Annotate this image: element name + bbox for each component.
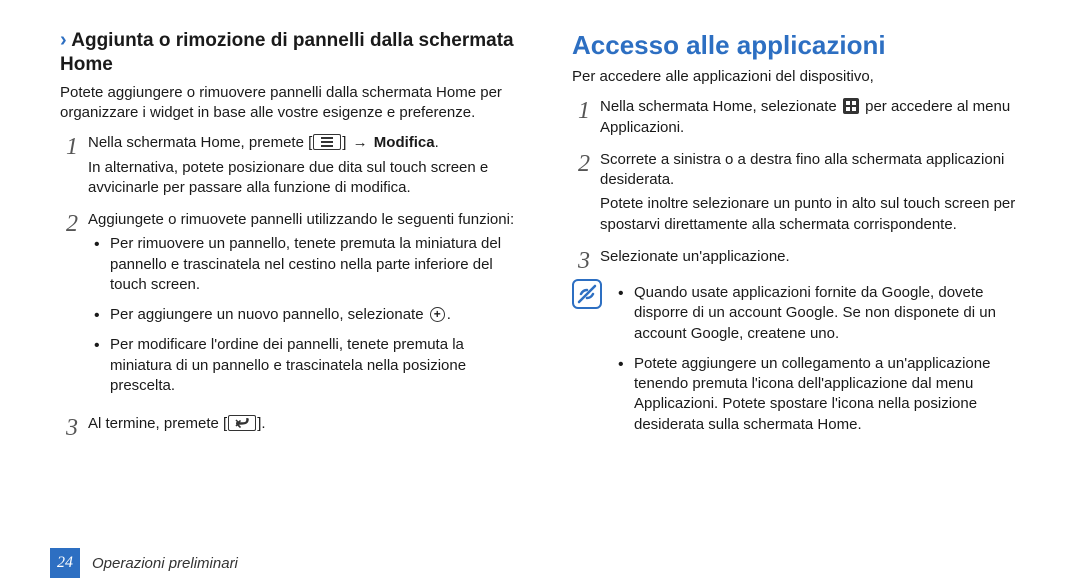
step-body: Scorrete a sinistra o a destra fino alla… [600, 150, 1032, 239]
left-intro: Potete aggiungere o rimuovere pannelli d… [60, 83, 520, 124]
left-step-3: 3 Al termine, premete []. [60, 414, 520, 438]
left-step-1: 1 Nella schermata Home, premete [] → Mod… [60, 133, 520, 202]
left-heading-text: Aggiunta o rimozione di pannelli dalla s… [60, 30, 514, 75]
right-step-list: 1 Nella schermata Home, selezionate per … [572, 97, 1032, 271]
step-number: 2 [572, 152, 590, 176]
right-step-2: 2 Scorrete a sinistra o a destra fino al… [572, 150, 1032, 239]
chevron-icon: › [60, 29, 67, 51]
right-step3-text: Selezionate un'applicazione. [600, 247, 1032, 267]
step-body: Nella schermata Home, premete [] → Modif… [88, 133, 520, 202]
page-columns: › Aggiunta o rimozione di pannelli dalla… [0, 0, 1080, 540]
page-footer: 24 Operazioni preliminari [0, 540, 1080, 586]
left-column: › Aggiunta o rimozione di pannelli dalla… [60, 28, 520, 540]
left-step1-text: Nella schermata Home, premete [] → Modif… [88, 133, 520, 153]
text-fragment: Nella schermata Home, premete [ [88, 134, 312, 151]
arrow-icon: → [353, 134, 368, 151]
note-block: Quando usate applicazioni fornite da Goo… [572, 279, 1032, 445]
left-step2-text: Aggiungete o rimuovete pannelli utilizza… [88, 210, 520, 230]
left-bullet-1: Per rimuovere un pannello, tenete premut… [94, 234, 520, 295]
left-step3-text: Al termine, premete []. [88, 414, 520, 434]
back-key-icon [228, 415, 256, 431]
right-step-3: 3 Selezionate un'applicazione. [572, 247, 1032, 271]
step-number: 1 [60, 135, 78, 159]
right-step-1: 1 Nella schermata Home, selezionate per … [572, 97, 1032, 142]
left-bullet-3: Per modificare l'ordine dei pannelli, te… [94, 335, 520, 396]
note-bullet-2: Potete aggiungere un collegamento a un'a… [618, 354, 1032, 435]
right-step1-text: Nella schermata Home, selezionate per ac… [600, 97, 1032, 138]
right-step2-extra: Potete inoltre selezionare un punto in a… [600, 194, 1032, 235]
plus-icon: + [430, 307, 445, 322]
text-fragment: ] [342, 134, 350, 151]
left-step1-extra: In alternativa, potete posizionare due d… [88, 158, 520, 199]
menu-key-icon [313, 134, 341, 150]
step-body: Selezionate un'applicazione. [600, 247, 1032, 271]
text-fragment: . [435, 134, 439, 151]
right-step2-text: Scorrete a sinistra o a destra fino alla… [600, 150, 1032, 191]
step-number: 2 [60, 212, 78, 236]
right-title: Accesso alle applicazioni [572, 28, 1032, 63]
left-step-list: 1 Nella schermata Home, premete [] → Mod… [60, 133, 520, 438]
note-body: Quando usate applicazioni fornite da Goo… [612, 279, 1032, 445]
step-body: Aggiungete o rimuovete pannelli utilizza… [88, 210, 520, 406]
apps-grid-icon [843, 98, 859, 114]
right-intro: Per accedere alle applicazioni del dispo… [572, 67, 1032, 87]
step-body: Nella schermata Home, selezionate per ac… [600, 97, 1032, 142]
text-fragment: . [447, 306, 451, 323]
step-number: 3 [60, 416, 78, 440]
page-number-badge: 24 [50, 548, 80, 578]
step-number: 3 [572, 249, 590, 273]
note-bullet-1: Quando usate applicazioni fornite da Goo… [618, 283, 1032, 344]
note-icon [572, 279, 602, 309]
text-fragment: Per aggiungere un nuovo pannello, selezi… [110, 306, 428, 323]
right-column: Accesso alle applicazioni Per accedere a… [572, 28, 1032, 540]
left-step-2: 2 Aggiungete o rimuovete pannelli utiliz… [60, 210, 520, 406]
note-bullet-list: Quando usate applicazioni fornite da Goo… [612, 283, 1032, 435]
left-bullet-2: Per aggiungere un nuovo pannello, selezi… [94, 305, 520, 325]
footer-section-title: Operazioni preliminari [92, 555, 238, 572]
left-bullet-list: Per rimuovere un pannello, tenete premut… [88, 234, 520, 396]
text-fragment: Al termine, premete [ [88, 415, 227, 432]
modifica-label: Modifica [374, 134, 435, 151]
step-number: 1 [572, 99, 590, 123]
text-fragment: ]. [257, 415, 265, 432]
left-heading: › Aggiunta o rimozione di pannelli dalla… [60, 28, 520, 77]
text-fragment: Nella schermata Home, selezionate [600, 98, 841, 115]
step-body: Al termine, premete []. [88, 414, 520, 438]
